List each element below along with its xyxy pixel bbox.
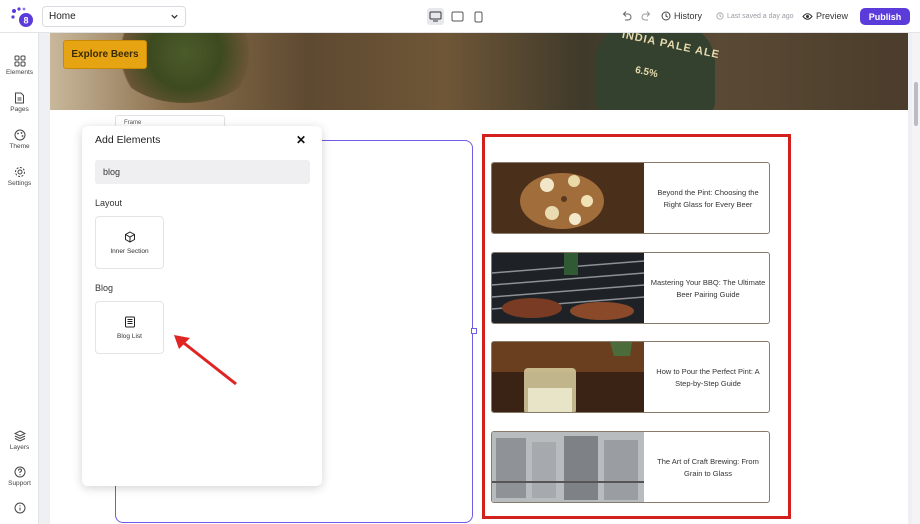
search-input[interactable]: blog [95,160,310,184]
element-label: Blog List [117,332,142,340]
cube-icon [124,230,135,243]
blog-post-image [492,253,644,323]
top-bar: 8 Home History Last saved a day ago Prev… [0,0,920,33]
mobile-icon [474,11,483,22]
sidebar-item-settings[interactable]: Settings [0,166,39,187]
svg-text:8: 8 [23,16,28,26]
sidebar-item-theme[interactable]: Theme [0,129,39,150]
sidebar-item-layers[interactable]: Layers [0,430,39,451]
blog-post-card[interactable]: How to Pour the Perfect Pint: A Step-by-… [491,341,770,413]
element-label: Inner Section [110,247,149,255]
element-blog-list[interactable]: Blog List [95,301,164,354]
app-logo-icon[interactable]: 8 [10,6,34,28]
desktop-icon [429,11,442,22]
history-icon [661,11,671,21]
publish-button[interactable]: Publish [860,8,910,25]
add-elements-panel: Add Elements ✕ blog Layout Inner Section… [82,126,322,486]
sidebar-item-label: Layers [9,444,30,451]
blog-post-title: How to Pour the Perfect Pint: A Step-by-… [656,367,760,388]
page-icon [15,92,24,104]
preview-label: Preview [816,11,849,21]
sidebar-item-label: Pages [10,106,29,113]
sidebar-item-info[interactable] [0,502,39,514]
sidebar-item-label: Elements [5,69,34,76]
tablet-view-button[interactable] [449,8,466,25]
save-status: Last saved a day ago [716,12,794,20]
blog-post-image [492,163,644,233]
sidebar-item-pages[interactable]: Pages [0,92,39,113]
canvas-scroll-thumb[interactable] [914,82,918,126]
tablet-icon [451,11,464,22]
history-button[interactable]: History [661,11,702,21]
explore-beers-button[interactable]: Explore Beers [63,40,147,69]
hero-image: INDIA PALE ALE 6.5% Explore Beers [50,33,908,110]
undo-icon[interactable] [621,10,632,21]
sidebar-item-label: Support [8,480,31,487]
blog-post-card[interactable]: Mastering Your BBQ: The Ultimate Beer Pa… [491,252,770,324]
info-icon [14,502,25,514]
redo-icon[interactable] [641,10,652,21]
blog-post-image [492,342,644,412]
sidebar-item-support[interactable]: Support [0,466,39,487]
gear-icon [14,167,25,177]
save-status-label: Last saved a day ago [727,12,794,20]
desktop-view-button[interactable] [427,8,444,25]
mobile-view-button[interactable] [470,8,487,25]
section-label-blog: Blog [95,283,114,293]
palette-icon [14,129,25,141]
layers-icon [13,430,26,442]
close-icon[interactable]: ✕ [296,133,306,147]
sidebar-item-label: Theme [9,143,30,150]
grid-icon [14,55,25,67]
history-label: History [674,11,703,21]
element-inner-section[interactable]: Inner Section [95,216,164,269]
preview-button[interactable]: Preview [802,11,848,21]
annotation-arrow-icon [174,335,237,386]
blog-post-card[interactable]: The Art of Craft Brewing: From Grain to … [491,431,770,503]
blog-post-title: The Art of Craft Brewing: From Grain to … [657,457,759,478]
section-label-layout: Layout [95,198,123,208]
panel-title: Add Elements [95,134,161,146]
list-icon [124,316,135,327]
frame-resize-handle[interactable] [471,328,477,334]
clock-icon [716,12,724,20]
sidebar-item-label: Settings [7,180,32,187]
blog-post-title: Beyond the Pint: Choosing the Right Glas… [657,188,759,209]
page-select[interactable]: Home [42,6,186,27]
sidebar-item-elements[interactable]: Elements [0,55,39,76]
blog-post-image [492,432,644,502]
page-select-value: Home [49,11,76,22]
chevron-down-icon [171,14,178,19]
blog-post-title: Mastering Your BBQ: The Ultimate Beer Pa… [650,278,766,299]
eye-icon [802,12,813,20]
left-sidebar: Elements Pages Theme Settings Layers Sup… [0,33,39,524]
help-icon [14,466,25,478]
blog-post-card[interactable]: Beyond the Pint: Choosing the Right Glas… [491,162,770,234]
